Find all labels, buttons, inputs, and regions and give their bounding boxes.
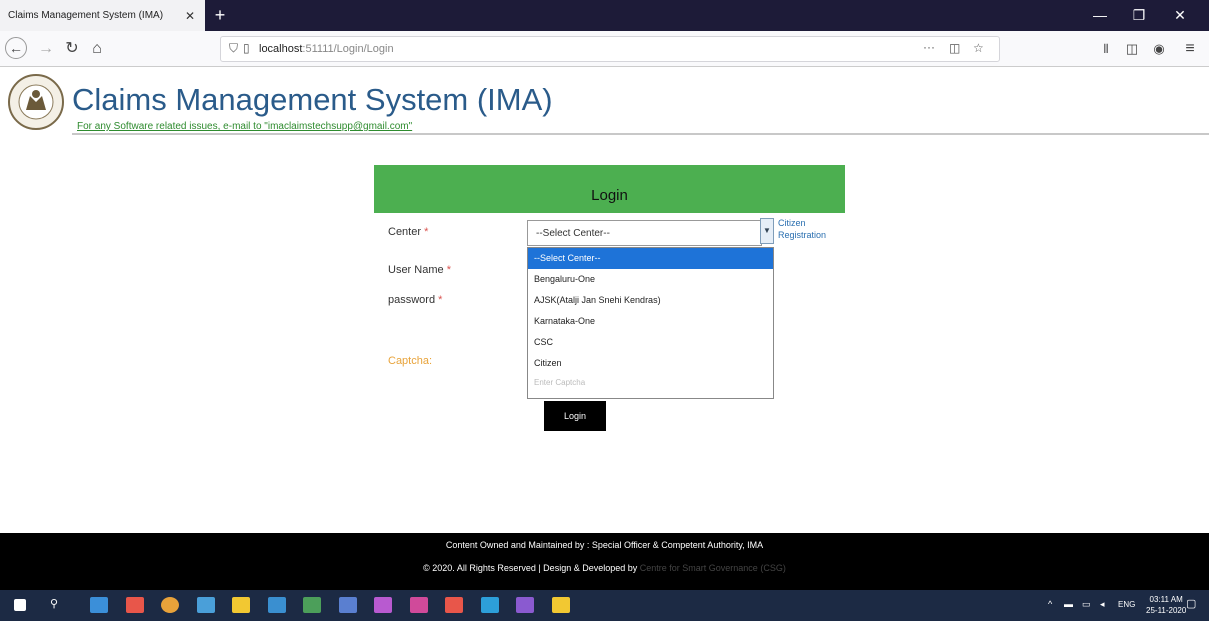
battery-icon[interactable]: ▭: [1082, 599, 1091, 610]
tray-chevron-icon[interactable]: ^: [1048, 599, 1052, 609]
chevron-down-icon[interactable]: ▼: [760, 218, 774, 244]
start-icon[interactable]: [14, 599, 26, 611]
account-icon[interactable]: ◉: [1147, 37, 1171, 61]
taskbar-app-icon[interactable]: [90, 597, 108, 613]
support-email-link[interactable]: For any Software related issues, e-mail …: [77, 121, 412, 132]
network-icon[interactable]: ▬: [1064, 599, 1073, 609]
password-label: password *: [388, 294, 443, 306]
clock[interactable]: 03:11 AM 25-11-2020: [1146, 594, 1186, 616]
taskbar-app-icon[interactable]: [197, 597, 215, 613]
dropdown-option[interactable]: --Select Center--: [528, 248, 773, 269]
volume-icon[interactable]: ◂: [1100, 599, 1105, 610]
login-header: Login: [374, 165, 845, 213]
language-indicator[interactable]: ENG: [1118, 600, 1135, 609]
developer-link[interactable]: Centre for Smart Governance (CSG): [640, 563, 786, 573]
shield-icon[interactable]: ⛉: [229, 41, 238, 56]
citizen-registration-link[interactable]: Citizen Registration: [778, 217, 848, 241]
dropdown-option[interactable]: Citizen: [528, 353, 773, 374]
karnataka-emblem-logo: [8, 74, 64, 130]
forward-icon[interactable]: →: [34, 37, 58, 61]
close-tab-icon[interactable]: ✕: [183, 9, 197, 23]
back-icon[interactable]: ←: [5, 37, 29, 61]
taskbar-app-icon[interactable]: [552, 597, 570, 613]
library-icon[interactable]: ⫴: [1094, 37, 1118, 61]
tab-strip: Claims Management System (IMA) ✕ + — ❐ ✕: [0, 0, 1209, 31]
new-tab-icon[interactable]: +: [210, 5, 230, 25]
captcha-label: Captcha:: [388, 355, 433, 367]
captcha-input-placeholder[interactable]: Enter Captcha: [534, 378, 585, 387]
url-text: localhost:51111/Login/Login: [259, 43, 394, 55]
taskbar-app-icon[interactable]: [374, 597, 392, 613]
home-icon[interactable]: ⌂: [85, 37, 109, 61]
site-title: Claims Management System (IMA): [72, 82, 553, 117]
taskbar-app-icon[interactable]: [516, 597, 534, 613]
taskbar-app-icon[interactable]: [161, 597, 179, 613]
taskbar-app-icon[interactable]: [339, 597, 357, 613]
login-button[interactable]: Login: [544, 401, 606, 431]
login-title: Login: [591, 187, 628, 204]
username-label: User Name *: [388, 264, 451, 276]
taskbar-app-icon[interactable]: [126, 597, 144, 613]
restore-icon[interactable]: ❐: [1127, 4, 1151, 26]
taskbar-app-icon[interactable]: [268, 597, 286, 613]
windows-taskbar: ⚲ ^ ▬ ▭ ◂ ENG 03:11 AM 25-11-2020 ▢: [0, 590, 1209, 621]
bookmark-star-icon[interactable]: ☆: [973, 41, 984, 55]
dropdown-option[interactable]: Bengaluru-One: [528, 269, 773, 290]
footer-copyright-text: © 2020. All Rights Reserved | Design & D…: [423, 563, 786, 573]
page-actions-icon[interactable]: ···: [923, 40, 935, 54]
dropdown-option[interactable]: Karnataka-One: [528, 311, 773, 332]
notification-icon[interactable]: ▢: [1186, 597, 1196, 610]
dropdown-option[interactable]: CSC: [528, 332, 773, 353]
browser-tab[interactable]: Claims Management System (IMA) ✕: [0, 0, 205, 31]
address-bar[interactable]: ⛉ ▯ localhost:51111/Login/Login ··· ◫ ☆: [220, 36, 1000, 62]
center-label: Center *: [388, 226, 429, 238]
footer-ownership-text: Content Owned and Maintained by : Specia…: [445, 540, 764, 550]
menu-icon[interactable]: ≡: [1178, 37, 1202, 61]
page-icon: ▯: [243, 41, 250, 55]
taskbar-app-icon[interactable]: [445, 597, 463, 613]
page-footer: Content Owned and Maintained by : Specia…: [0, 533, 1209, 590]
minimize-icon[interactable]: —: [1088, 4, 1112, 26]
close-window-icon[interactable]: ✕: [1168, 4, 1192, 26]
navigation-bar: ← → ↻ ⌂ ⛉ ▯ localhost:51111/Login/Login …: [0, 31, 1209, 67]
center-select[interactable]: --Select Center--: [527, 220, 762, 246]
center-dropdown-list: --Select Center-- Bengaluru-One AJSK(Ata…: [527, 247, 774, 399]
tab-title: Claims Management System (IMA): [8, 10, 164, 21]
reload-icon[interactable]: ↻: [60, 37, 84, 61]
pocket-icon[interactable]: ◫: [949, 41, 960, 55]
taskbar-app-icon[interactable]: [303, 597, 321, 613]
sidebar-icon[interactable]: ◫: [1120, 37, 1144, 61]
header-divider: [72, 133, 1209, 135]
browser-window: Claims Management System (IMA) ✕ + — ❐ ✕…: [0, 0, 1209, 621]
search-icon[interactable]: ⚲: [50, 597, 58, 610]
taskbar-app-icon[interactable]: [481, 597, 499, 613]
dropdown-option[interactable]: AJSK(Atalji Jan Snehi Kendras): [528, 290, 773, 311]
taskbar-app-icon[interactable]: [410, 597, 428, 613]
taskbar-app-icon[interactable]: [232, 597, 250, 613]
